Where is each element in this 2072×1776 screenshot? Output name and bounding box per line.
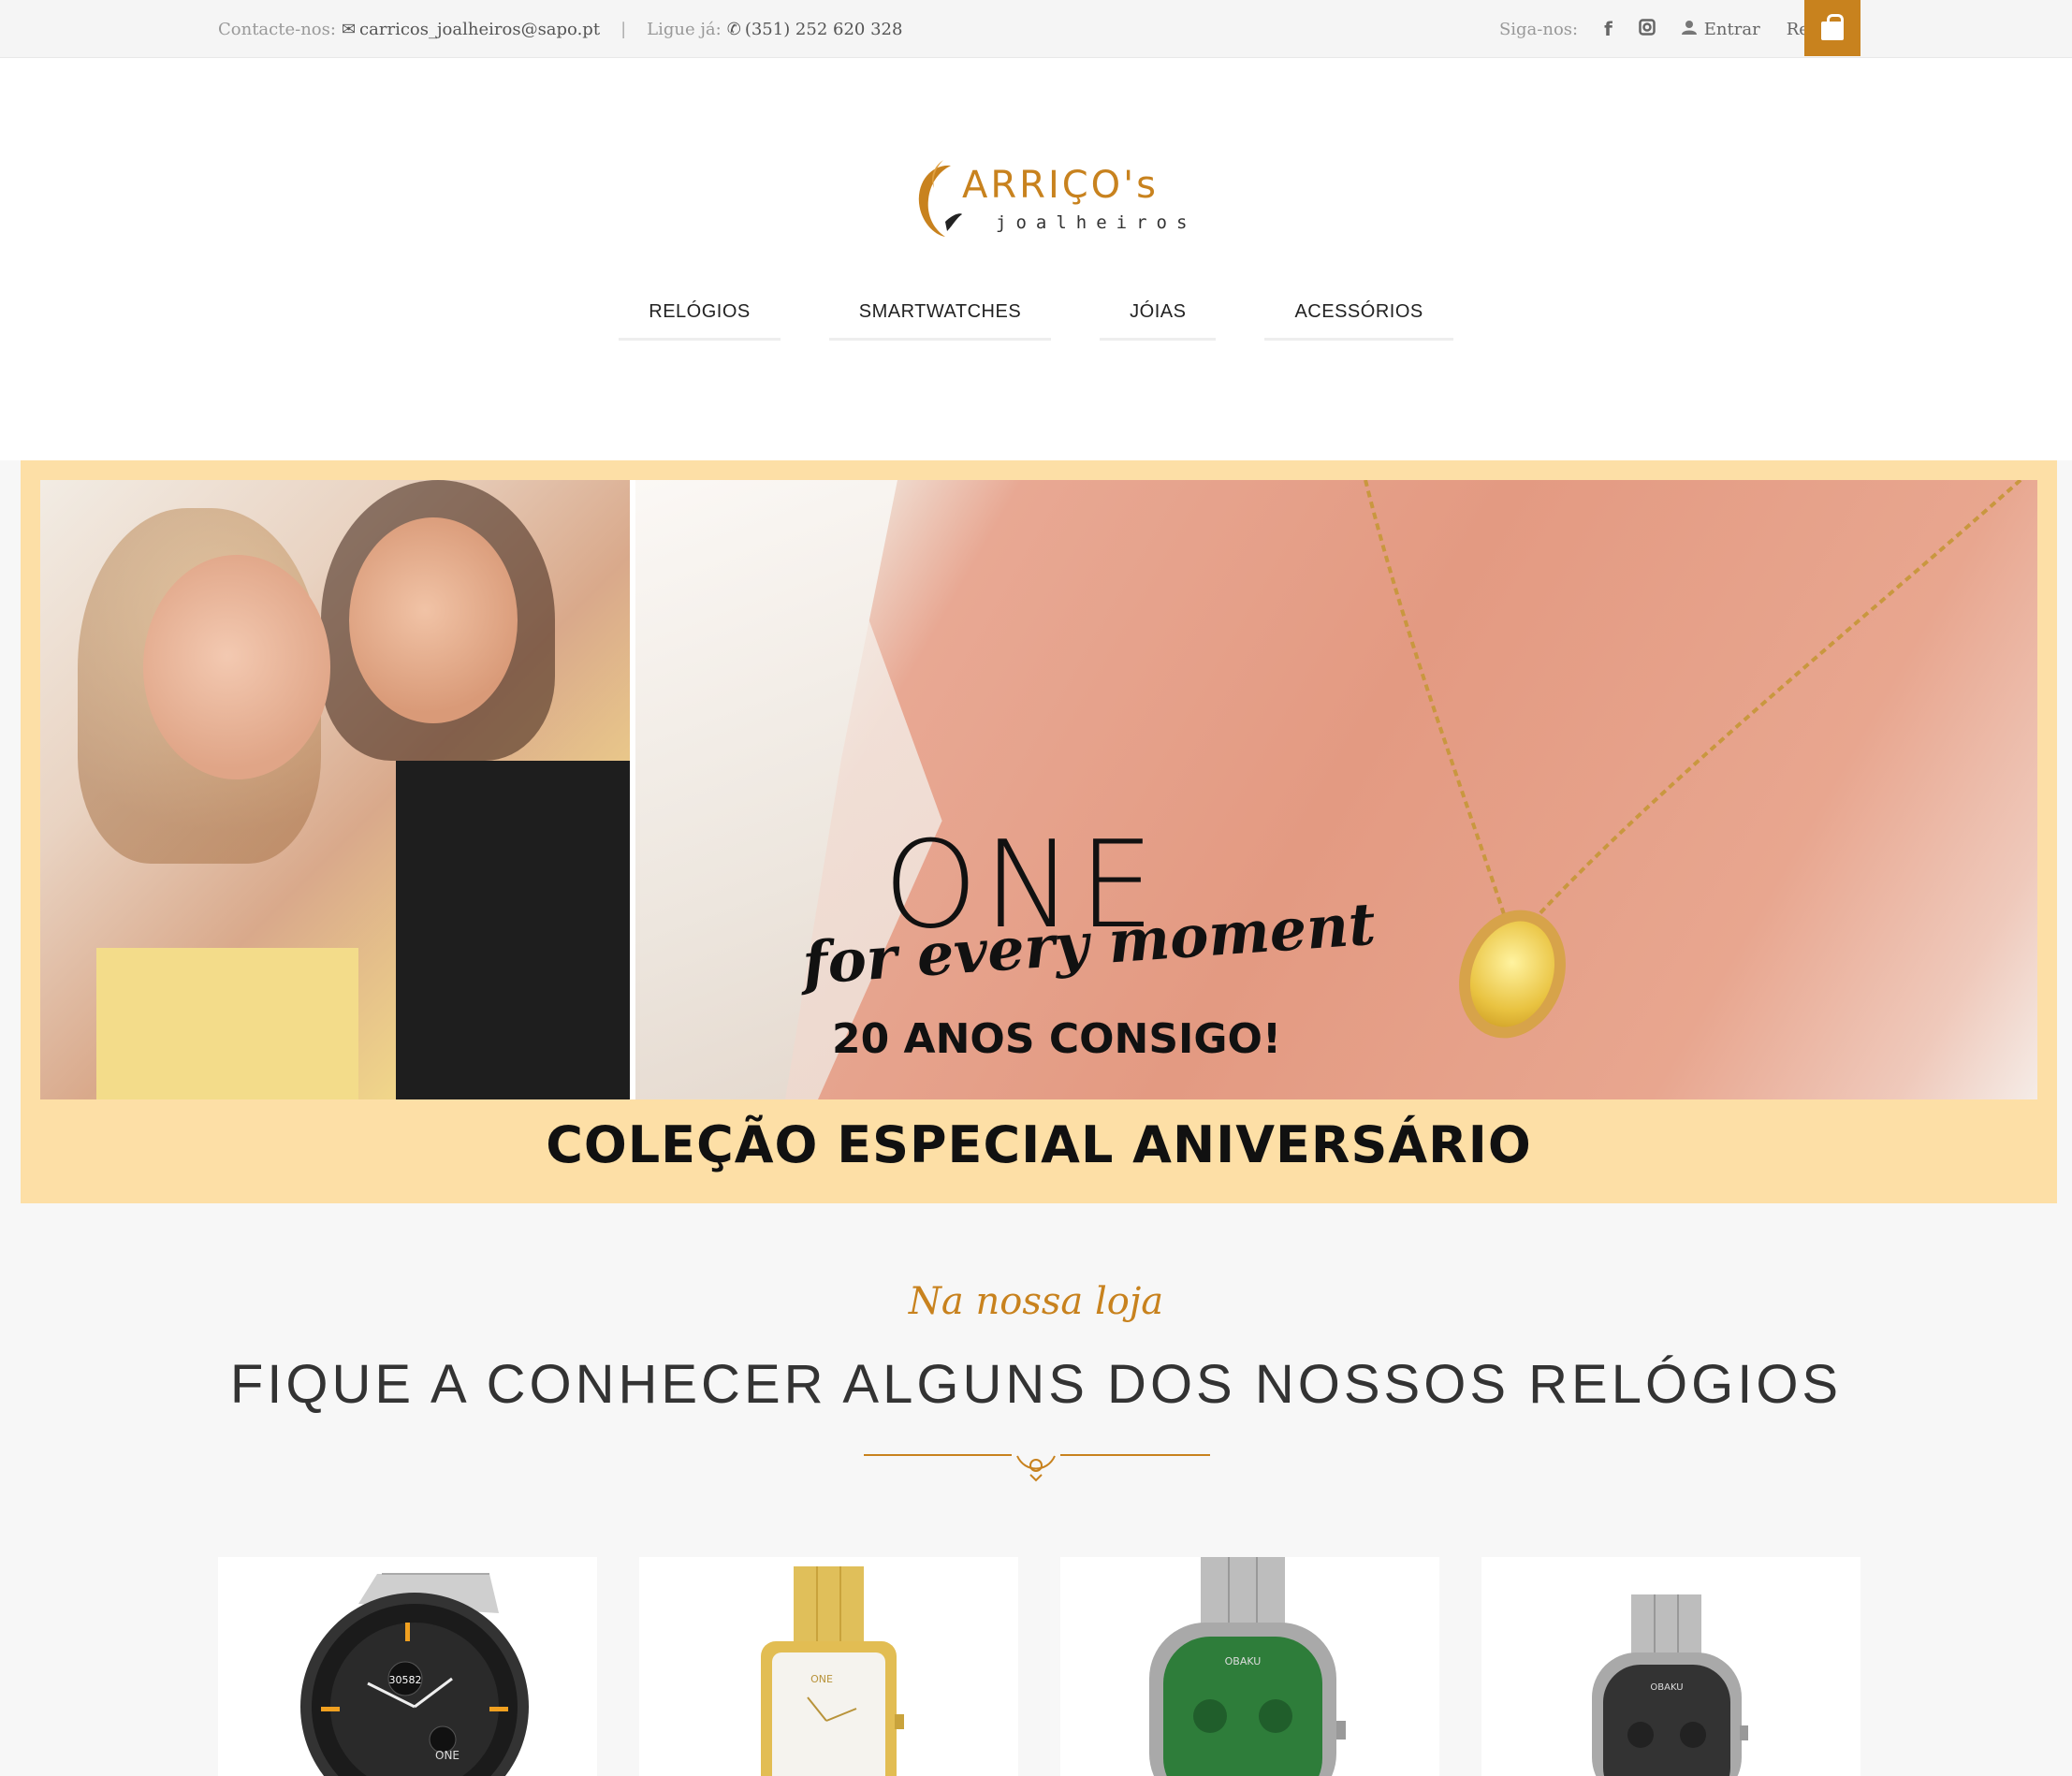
nav-item-joias[interactable]: JÓIAS — [1100, 294, 1217, 341]
product-card[interactable]: OBAKU — [1481, 1557, 1860, 1776]
login-label: Entrar — [1703, 19, 1760, 39]
top-bar: Contacte-nos: ✉ carricos_joalheiros@sapo… — [0, 0, 2072, 58]
product-card[interactable]: 30582 ONE — [218, 1557, 597, 1776]
product-grid: 30582 ONE ONE OBAKU OBAKU — [218, 1557, 1860, 1776]
logo-mark-icon — [918, 160, 962, 237]
product-card[interactable]: ONE — [639, 1557, 1018, 1776]
banner-photo-necklace — [635, 480, 2037, 1099]
banner-photo-women — [40, 480, 630, 1099]
instagram-icon[interactable] — [1639, 18, 1656, 40]
contact-info: Contacte-nos: ✉ carricos_joalheiros@sapo… — [218, 0, 902, 58]
banner-anniversary: 20 ANOS CONSIGO! — [832, 1015, 1282, 1063]
contact-label: Contacte-nos: — [218, 19, 336, 39]
watch-dial-number: 30582 — [389, 1674, 422, 1686]
follow-label: Siga-nos: — [1498, 19, 1579, 39]
cart-button[interactable] — [1804, 0, 1860, 56]
phone-icon: ✆ — [726, 19, 741, 39]
ornament-icon — [1012, 1452, 1060, 1482]
banner-collection-title: COLEÇÃO ESPECIAL ANIVERSÁRIO — [546, 1115, 1532, 1174]
hero-banner[interactable]: ONE for every moment 20 ANOS CONSIGO! CO… — [21, 460, 2057, 1203]
watch-image: OBAKU — [1592, 1594, 1748, 1776]
login-link[interactable]: Entrar — [1681, 19, 1760, 39]
site-header: ARRIÇO's joalheiros RELÓGIOS SMARTWATCHE… — [0, 58, 2072, 460]
watch-image: OBAKU — [1149, 1557, 1346, 1776]
watch-brand: ONE — [435, 1749, 460, 1762]
nav-item-acessorios[interactable]: ACESSÓRIOS — [1264, 294, 1453, 341]
section-heading: FIQUE A CONHECER ALGUNS DOS NOSSOS RELÓG… — [229, 1354, 1843, 1415]
watch-brand: OBAKU — [1225, 1655, 1262, 1667]
watch-image: 30582 ONE — [300, 1573, 529, 1776]
divider: | — [620, 19, 627, 39]
watch-brand: ONE — [810, 1673, 833, 1685]
nav-item-relogios[interactable]: RELÓGIOS — [619, 294, 781, 341]
watch-brand: OBAKU — [1650, 1682, 1683, 1693]
nav-item-smartwatches[interactable]: SMARTWATCHES — [828, 294, 1052, 341]
site-logo[interactable]: ARRIÇO's joalheiros — [906, 156, 1187, 240]
section-script: Na nossa loja — [908, 1280, 1164, 1323]
facebook-icon[interactable]: f — [1604, 18, 1612, 40]
logo-subtitle: joalheiros — [996, 212, 1197, 233]
shopping-bag-icon — [1821, 14, 1844, 40]
contact-email[interactable]: carricos_joalheiros@sapo.pt — [359, 20, 600, 39]
logo-brand-text: ARRIÇO's — [962, 164, 1159, 207]
phone-label: Ligue já: — [647, 19, 722, 39]
necklace-chain — [1364, 480, 2022, 922]
envelope-icon: ✉ — [341, 19, 357, 39]
product-card[interactable]: OBAKU — [1060, 1557, 1439, 1776]
watch-image: ONE — [761, 1566, 904, 1776]
contact-phone[interactable]: (351) 252 620 328 — [745, 20, 903, 39]
main-nav: RELÓGIOS SMARTWATCHES JÓIAS ACESSÓRIOS — [0, 294, 2072, 341]
user-icon — [1681, 20, 1697, 39]
